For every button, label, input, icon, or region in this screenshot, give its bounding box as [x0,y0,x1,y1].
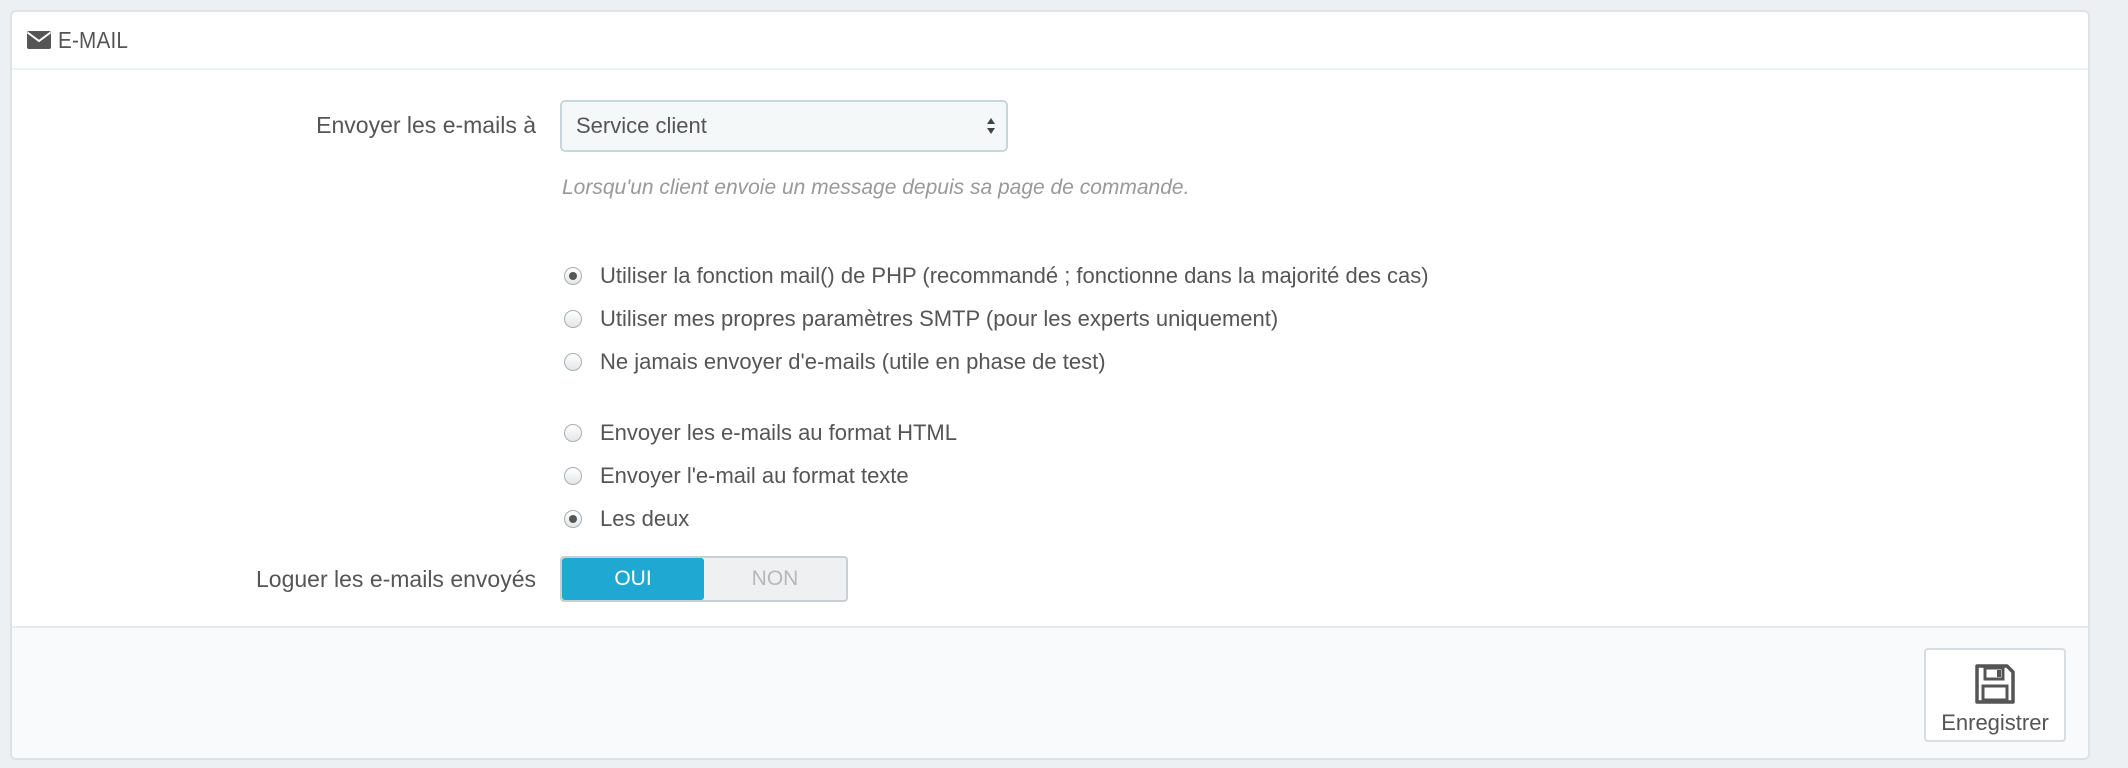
radio-label: Envoyer l'e-mail au format texte [600,463,909,488]
send-to-select-value: Service client [576,113,707,138]
radio-format-text[interactable]: Envoyer l'e-mail au format texte [564,461,909,491]
radio-label: Ne jamais envoyer d'e-mails (utile en ph… [600,349,1106,374]
radio-button[interactable] [564,510,582,528]
radio-button[interactable] [564,353,582,371]
radio-label: Envoyer les e-mails au format HTML [600,420,957,445]
save-button[interactable]: Enregistrer [1924,648,2066,742]
panel-title: E-MAIL [58,26,129,53]
radio-smtp[interactable]: Utiliser mes propres paramètres SMTP (po… [564,304,1278,334]
floppy-disk-icon [1975,664,2015,704]
log-emails-label: Loguer les e-mails envoyés [256,566,536,592]
radio-button[interactable] [564,424,582,442]
radio-format-both[interactable]: Les deux [564,504,689,534]
radio-label: Utiliser mes propres paramètres SMTP (po… [600,306,1279,331]
envelope-icon [26,31,52,49]
panel-heading: E-MAIL [12,12,2088,70]
select-arrows-icon [987,118,995,134]
radio-format-html[interactable]: Envoyer les e-mails au format HTML [564,418,957,448]
send-to-select[interactable]: Service client [560,100,1008,152]
radio-button[interactable] [564,310,582,328]
radio-label: Utiliser la fonction mail() de PHP (reco… [600,263,1429,288]
radio-php-mail[interactable]: Utiliser la fonction mail() de PHP (reco… [564,261,1429,291]
log-emails-toggle[interactable]: OUI NON [560,556,848,602]
panel-footer: Enregistrer [12,626,2088,758]
radio-button[interactable] [564,467,582,485]
save-button-label: Enregistrer [1941,710,2049,735]
radio-label: Les deux [600,506,690,531]
send-to-label: Envoyer les e-mails à [316,112,536,138]
toggle-yes-option[interactable]: OUI [562,558,704,600]
email-panel: E-MAIL Envoyer les e-mails à Service cli… [10,10,2090,760]
toggle-no-option[interactable]: NON [704,558,846,600]
radio-never-send[interactable]: Ne jamais envoyer d'e-mails (utile en ph… [564,347,1106,377]
radio-button[interactable] [564,267,582,285]
send-to-help-text: Lorsqu'un client envoie un message depui… [562,176,1190,199]
